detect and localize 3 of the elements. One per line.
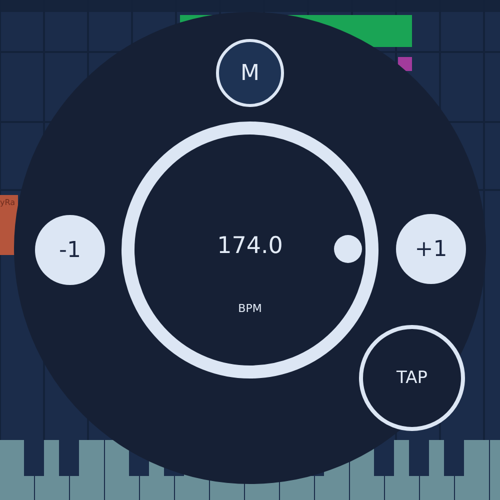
clip-label: yRa (0, 198, 16, 208)
tempo-unit: BPM (237, 302, 263, 315)
tempo-value: 174.0 (216, 233, 284, 259)
